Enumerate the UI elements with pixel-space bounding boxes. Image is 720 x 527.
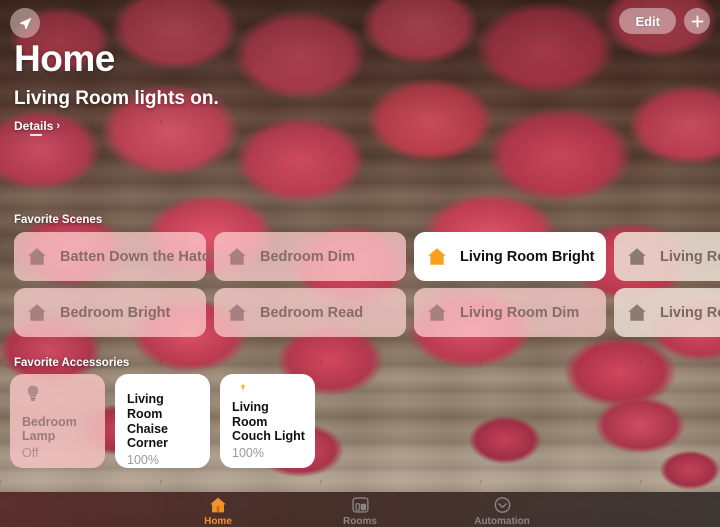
tab-automation[interactable]: Automation [459, 495, 545, 527]
scene-tile[interactable]: Bedroom Bright [14, 288, 206, 337]
details-label: Details [14, 119, 54, 133]
home-app-screen: Edit Home Living Room lights on. Details… [0, 0, 720, 527]
scene-label: Batten Down the Hatches [60, 248, 235, 265]
accessory-state: 100% [127, 453, 159, 467]
scene-row-1[interactable]: Batten Down the Hatches Bedroom Dim Livi… [0, 232, 720, 281]
accessory-name: Living Room Chaise Corner [127, 392, 168, 451]
favorite-accessories-heading: Favorite Accessories [14, 357, 130, 369]
accessory-row[interactable]: Bedroom Lamp Off Living Room Chaise Corn… [0, 374, 720, 468]
plus-icon[interactable] [684, 8, 710, 34]
accessory-tile[interactable]: Living Room Chaise Corner 100% [115, 374, 210, 468]
scene-tile[interactable]: Living Room Dim [414, 288, 606, 337]
scene-label: Living Room Bright [460, 248, 595, 265]
tab-label: Rooms [343, 516, 377, 527]
scene-label: Living Room [660, 248, 720, 265]
house-icon [28, 248, 46, 265]
accessory-name: Living Room Couch Light [232, 399, 305, 444]
rooms-icon [351, 495, 370, 514]
scene-label: Living Room Dim [460, 304, 580, 321]
house-icon [28, 304, 46, 321]
scene-tile[interactable]: Living Room [614, 232, 720, 281]
details-underline-mark [30, 134, 42, 136]
lightbulb-icon [241, 384, 245, 390]
tab-bar: Home Rooms Automation [0, 492, 720, 527]
accessory-state: 100% [232, 446, 264, 460]
house-icon [228, 304, 246, 321]
accessory-tile[interactable]: Bedroom Lamp Off [10, 374, 105, 468]
header-actions: Edit [619, 8, 710, 34]
edit-button[interactable]: Edit [619, 8, 676, 34]
scene-label: Bedroom Bright [60, 304, 171, 321]
home-status-text: Living Room lights on. [14, 88, 219, 109]
scene-tile[interactable]: Bedroom Dim [214, 232, 406, 281]
scene-tile[interactable]: Batten Down the Hatches [14, 232, 235, 281]
house-icon [208, 495, 228, 514]
tab-label: Automation [474, 516, 530, 527]
scene-row-2[interactable]: Bedroom Bright Bedroom Read Living Room … [0, 288, 720, 337]
tab-home[interactable]: Home [175, 495, 261, 527]
house-icon [228, 248, 246, 265]
scene-tile[interactable]: Living Room [614, 288, 720, 337]
accessory-tile[interactable]: Living Room Couch Light 100% [220, 374, 315, 468]
automation-clock-icon [493, 495, 512, 514]
tab-rooms[interactable]: Rooms [317, 495, 403, 527]
chevron-right-icon: › [56, 120, 61, 132]
favorite-scenes-heading: Favorite Scenes [14, 214, 103, 226]
scene-label: Bedroom Read [260, 304, 364, 321]
navigation-arrow-icon[interactable] [10, 8, 40, 38]
lightbulb-icon [27, 385, 39, 401]
tab-label: Home [204, 516, 232, 527]
house-icon [628, 248, 646, 265]
scene-label: Living Room [660, 304, 720, 321]
accessory-state: Off [22, 446, 39, 460]
house-icon [428, 304, 446, 321]
house-icon [428, 248, 446, 265]
scene-label: Bedroom Dim [260, 248, 356, 265]
scene-tile-active[interactable]: Living Room Bright [414, 232, 606, 281]
house-icon [628, 304, 646, 321]
accessory-name: Bedroom Lamp [22, 414, 77, 444]
details-link[interactable]: Details › [14, 119, 60, 133]
page-title: Home [14, 38, 115, 79]
scene-tile[interactable]: Bedroom Read [214, 288, 406, 337]
